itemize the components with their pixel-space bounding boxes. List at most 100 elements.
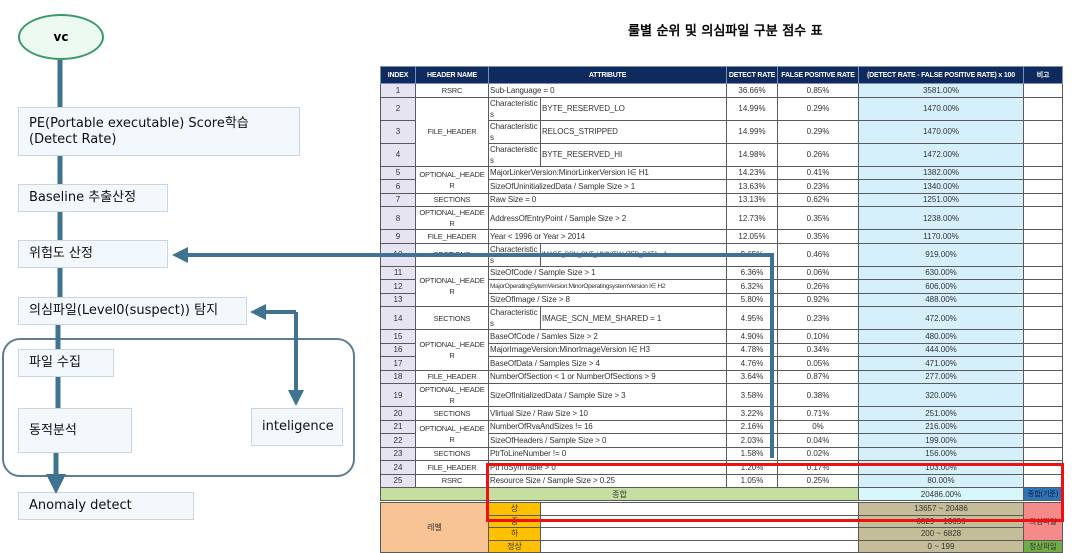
score-cell: 216.00% [858,419,1024,434]
header-name-cell: FILE_HEADER [415,460,489,475]
false-positive-rate-cell: 0.87% [777,369,859,384]
index-cell: 13 [380,292,416,307]
detect-rate-cell: 1.20% [726,460,778,475]
attribute-cell: MajorLinkerVersion:MinorLinkerVersion I∈… [488,165,727,180]
false-positive-rate-cell: 0.10% [777,329,859,344]
index-cell: 1 [380,83,416,98]
table-row: 24 FILE_HEADER PtrToSymTable > 0 1.20% 0.17%… [380,460,1063,475]
note-cell [1023,179,1063,194]
score-cell: 1382.00% [858,165,1024,180]
step-dynamic-analysis: 동적분석 [18,408,132,453]
level-name-cell: 정상 [488,539,541,553]
score-cell: 630.00% [858,265,1024,280]
index-cell: 25 [380,473,416,488]
attribute-cell: SizeOfHeaders / Sample Size > 0 [488,433,727,448]
attribute-cell: BaseOfData / Samples Size > 4 [488,356,727,371]
table-row: 11 OPTIONAL_HEADER SizeOfCode / Sample Siz… [380,265,1063,307]
note-cell [1023,383,1063,407]
score-cell: 320.00% [858,383,1024,407]
false-positive-rate-cell: 0.62% [777,192,859,207]
level-label-cell: 레벨 [380,502,489,553]
step-label: PE(Portable executable) Score학습 [29,116,249,131]
index-cell: 4 [380,142,416,167]
attribute-cell: BaseOfCode / Samles Size > 2 [488,329,727,344]
score-cell: 488.00% [858,292,1024,307]
attribute-cell: Sub-Language = 0 [488,83,727,98]
attribute-field-cell: Characteristics [488,119,541,144]
false-positive-rate-cell: 0.71% [777,406,859,421]
index-cell: 20 [380,406,416,421]
level-row: 레벨 상 13657 ~ 20486 의심파일 [380,502,1063,553]
start-label: vc [53,30,69,44]
attribute-field-cell: Characteristics [488,96,541,121]
level-name-cell: 상 [488,502,541,516]
level-range-cell: 13657 ~ 20486 [858,502,1024,516]
header-name-cell: OPTIONAL_HEADER [415,165,489,194]
index-cell: 5 [380,165,416,180]
table-row: 1 RSRC Sub-Language = 0 36.66% 0.85% 3581.00% [380,83,1063,98]
index-cell: 18 [380,369,416,384]
index-cell: 10 [380,242,416,267]
index-cell: 12 [380,279,416,294]
note-cell [1023,192,1063,207]
score-cell: 1238.00% [858,206,1024,230]
note-cell [1023,292,1063,307]
false-positive-rate-cell: 0.41% [777,165,859,180]
note-cell [1023,119,1063,144]
index-cell: 8 [380,206,416,230]
attribute-cell: MajorImageVersion:MinorImageVersion I∈ H… [488,342,727,357]
column-header: INDEX [380,66,416,84]
detect-rate-cell: 3.64% [726,369,778,384]
table-row: 14 SECTIONS Characteristics IMAGE_SCN_MEM_S… [380,306,1063,330]
detect-rate-cell: 14.23% [726,165,778,180]
step-baseline: Baseline 추출산정 [18,184,168,212]
header-name-cell: SECTIONS [415,192,489,207]
attribute-cell: Resource Size / Sample Size > 0.25 [488,473,727,488]
note-cell [1023,229,1063,244]
detect-rate-cell: 12.05% [726,229,778,244]
score-cell: 3581.00% [858,83,1024,98]
index-cell: 2 [380,96,416,121]
index-cell: 9 [380,229,416,244]
note-cell [1023,342,1063,357]
index-cell: 15 [380,329,416,344]
score-cell: 1251.00% [858,192,1024,207]
column-header: 비고 [1023,66,1063,84]
note-cell [1023,142,1063,167]
attribute-cell: MajorOperatingSytemVersion:MinorOperatin… [488,279,727,294]
attribute-value-cell: RELOCS_STRIPPED [540,119,727,144]
step-suspect-detect: 의심파일(Level0(suspect)) 탐지 [18,297,247,325]
index-cell: 22 [380,433,416,448]
note-cell [1023,206,1063,230]
detect-rate-cell: 9.65% [726,242,778,267]
detect-rate-cell: 3.58% [726,383,778,407]
false-positive-rate-cell: 0% [777,419,859,434]
level-range-cell: 6829 ~ 13656 [858,514,1024,528]
table-row: 18 FILE_HEADER NumberOfSection < 1 or Numb… [380,369,1063,384]
detect-rate-cell: 3.22% [726,406,778,421]
false-positive-rate-cell: 0.26% [777,279,859,294]
note-cell [1023,279,1063,294]
false-positive-rate-cell: 0.06% [777,265,859,280]
detect-rate-cell: 5.80% [726,292,778,307]
level-blank-cell [540,514,859,528]
note-cell [1023,329,1063,344]
note-cell [1023,96,1063,121]
attribute-value-cell: IMAGE_SCN_CNT_UNINITIALIZED_DATA = 1 [540,242,727,267]
score-cell: 80.00% [858,473,1024,488]
false-positive-rate-cell: 0.02% [777,446,859,461]
score-cell: 156.00% [858,446,1024,461]
header-name-cell: OPTIONAL_HEADER [415,383,489,407]
score-cell: 103.00% [858,460,1024,475]
note-cell [1023,83,1063,98]
header-name-cell: FILE_HEADER [415,96,489,167]
index-cell: 24 [380,460,416,475]
header-name-cell: SECTIONS [415,306,489,330]
score-cell: 480.00% [858,329,1024,344]
total-score-cell: 20486.00% [858,487,1024,501]
step-intelligence: inteligence [251,408,343,446]
false-positive-rate-cell: 0.34% [777,342,859,357]
level-range-cell: 0 ~ 199 [858,539,1024,553]
level-blank-cell [540,539,859,553]
index-cell: 17 [380,356,416,371]
